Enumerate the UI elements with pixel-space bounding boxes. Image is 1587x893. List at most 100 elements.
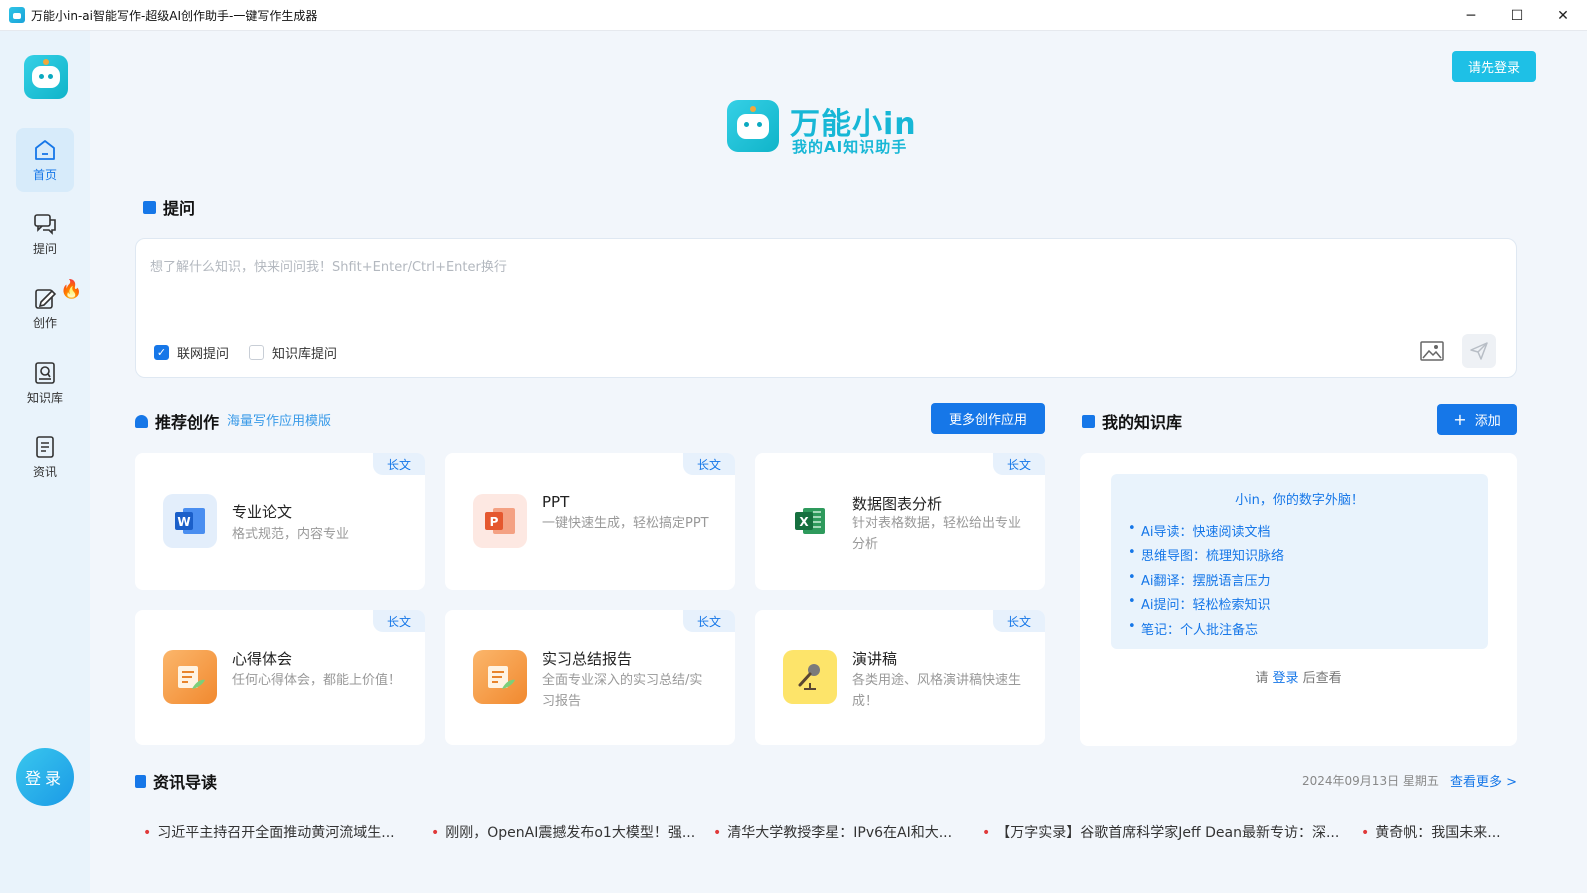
ppt-icon: P bbox=[473, 494, 527, 548]
minimize-button[interactable]: ─ bbox=[1448, 0, 1494, 31]
card-tag: 长文 bbox=[373, 610, 425, 632]
card-internship-report[interactable]: 长文 实习总结报告 全面专业深入的实习总结/实习报告 bbox=[445, 610, 735, 745]
brand-logo bbox=[727, 100, 779, 152]
svg-text:W: W bbox=[177, 515, 190, 529]
ask-box: 想了解什么知识，快来问问我！Shfit+Enter/Ctrl+Enter换行 ✓… bbox=[135, 238, 1517, 378]
template-link[interactable]: 海量写作应用模版 bbox=[227, 410, 331, 429]
sidebar-item-label: 知识库 bbox=[26, 391, 63, 405]
add-label: 添加 bbox=[1474, 414, 1501, 429]
question-icon bbox=[143, 200, 156, 214]
feature-item: Ai导读：快速阅读文档 bbox=[1128, 521, 1270, 540]
robot-antenna-icon bbox=[750, 106, 756, 112]
recommend-section-title: 推荐创作 bbox=[135, 409, 219, 433]
knowledge-icon bbox=[35, 362, 55, 384]
checkbox-checked-icon: ✓ bbox=[154, 345, 169, 360]
news-date: 2024年09月13日 星期五 bbox=[1302, 774, 1439, 788]
card-data-analysis[interactable]: 长文 X 数据图表分析 针对表格数据，轻松给出专业分析 bbox=[755, 453, 1045, 590]
news-item[interactable]: 清华大学教授李星：IPv6在AI和大... bbox=[713, 822, 952, 842]
plus-icon: + bbox=[1453, 410, 1467, 429]
sidebar-item-home[interactable]: 首页 bbox=[16, 128, 74, 192]
ask-title-text: 提问 bbox=[163, 199, 196, 218]
close-button[interactable]: ✕ bbox=[1540, 0, 1586, 31]
card-tag: 长文 bbox=[683, 453, 735, 475]
knowledge-base-checkbox[interactable]: 知识库提问 bbox=[249, 343, 337, 362]
news-section-title: 资讯导读 bbox=[135, 769, 217, 793]
sidebar-item-label: 首页 bbox=[32, 168, 57, 182]
edit-icon bbox=[35, 289, 57, 309]
sidebar-login-button[interactable]: 登录 bbox=[16, 748, 74, 806]
card-desc: 任何心得体会，都能上价值！ bbox=[232, 673, 402, 688]
fire-icon: 🔥 bbox=[60, 279, 83, 300]
app-logo[interactable] bbox=[24, 55, 68, 99]
sidebar-item-label: 资讯 bbox=[32, 465, 57, 479]
ask-section-title: 提问 bbox=[143, 195, 195, 219]
knowledge-intro-title: 小in，你的数字外脑！ bbox=[1235, 493, 1364, 508]
card-desc: 各类用途、风格演讲稿快速生成！ bbox=[852, 673, 1022, 709]
send-icon bbox=[1470, 342, 1488, 360]
card-tag: 长文 bbox=[993, 453, 1045, 475]
login-button[interactable]: 请先登录 bbox=[1452, 51, 1536, 82]
recommend-title-text: 推荐创作 bbox=[155, 413, 220, 432]
news-item[interactable]: 【万字实录】谷歌首席科学家Jeff Dean最新专访：深... bbox=[982, 822, 1339, 842]
app-icon bbox=[9, 7, 25, 23]
card-title: 心得体会 bbox=[232, 650, 293, 668]
feature-item: Ai翻译：摆脱语言压力 bbox=[1128, 570, 1270, 589]
microphone-icon bbox=[783, 650, 837, 704]
home-icon bbox=[35, 140, 55, 160]
svg-text:P: P bbox=[490, 515, 499, 529]
knowledge-login-hint: 请 登录 后查看 bbox=[1080, 667, 1517, 686]
ask-input[interactable]: 想了解什么知识，快来问问我！Shfit+Enter/Ctrl+Enter换行 bbox=[150, 256, 507, 275]
card-tag: 长文 bbox=[373, 453, 425, 475]
card-speech[interactable]: 长文 演讲稿 各类用途、风格演讲稿快速生成！ bbox=[755, 610, 1045, 745]
feature-item: 笔记：个人批注备忘 bbox=[1128, 619, 1258, 638]
sidebar-item-label: 创作 bbox=[32, 316, 57, 330]
news-item[interactable]: 黄奇帆：我国未来... bbox=[1361, 822, 1500, 842]
knowledge-section-title: 我的知识库 bbox=[1082, 409, 1182, 433]
card-ppt[interactable]: 长文 P PPT 一键快速生成，轻松搞定PPT bbox=[445, 453, 735, 590]
news-item[interactable]: 刚刚，OpenAI震撼发布o1大模型！强... bbox=[431, 822, 695, 842]
sidebar: 首页 提问 创作 🔥 知识库 资讯 登录 bbox=[0, 31, 90, 893]
card-desc: 格式规范，内容专业 bbox=[232, 527, 350, 542]
feature-item: Ai提问：轻松检索知识 bbox=[1128, 594, 1270, 613]
sidebar-item-news[interactable]: 资讯 bbox=[16, 425, 74, 489]
knowledge-intro: 小in，你的数字外脑！ Ai导读：快速阅读文档 思维导图：梳理知识脉络 Ai翻译… bbox=[1111, 474, 1488, 649]
add-knowledge-button[interactable]: + 添加 bbox=[1437, 404, 1517, 435]
maximize-button[interactable]: ☐ bbox=[1494, 0, 1540, 31]
sidebar-item-knowledge[interactable]: 知识库 bbox=[16, 351, 74, 415]
title-bar: 万能小in-ai智能写作-超级AI创作助手-一键写作生成器 ─ ☐ ✕ bbox=[0, 0, 1587, 31]
card-reflection[interactable]: 长文 心得体会 任何心得体会，都能上价值！ bbox=[135, 610, 425, 745]
feature-item: 思维导图：梳理知识脉络 bbox=[1128, 545, 1284, 564]
knowledge-panel: 小in，你的数字外脑！ Ai导读：快速阅读文档 思维导图：梳理知识脉络 Ai翻译… bbox=[1080, 453, 1517, 746]
card-title: 演讲稿 bbox=[852, 650, 898, 668]
sidebar-item-ask[interactable]: 提问 bbox=[16, 202, 74, 266]
news-title-text: 资讯导读 bbox=[153, 773, 218, 792]
card-tag: 长文 bbox=[683, 610, 735, 632]
knowledge-base-label: 知识库提问 bbox=[272, 347, 338, 362]
card-desc: 一键快速生成，轻松搞定PPT bbox=[542, 516, 709, 531]
card-desc: 全面专业深入的实习总结/实习报告 bbox=[542, 673, 703, 709]
login-hint-prefix: 请 bbox=[1255, 671, 1269, 686]
send-button[interactable] bbox=[1462, 334, 1496, 368]
card-title: 数据图表分析 bbox=[852, 495, 943, 513]
more-apps-button[interactable]: 更多创作应用 bbox=[931, 403, 1045, 434]
knowledge-login-link[interactable]: 登录 bbox=[1272, 671, 1298, 686]
card-title: 专业论文 bbox=[232, 503, 293, 521]
robot-icon bbox=[32, 66, 60, 88]
card-title: PPT bbox=[542, 493, 570, 511]
window-title: 万能小in-ai智能写作-超级AI创作助手-一键写作生成器 bbox=[31, 8, 318, 23]
svg-text:X: X bbox=[799, 515, 809, 529]
news-item[interactable]: 习近平主持召开全面推动黄河流域生... bbox=[143, 822, 394, 842]
robot-icon bbox=[737, 114, 769, 139]
report-icon bbox=[473, 650, 527, 704]
web-search-checkbox[interactable]: ✓ 联网提问 bbox=[154, 343, 229, 362]
excel-icon: X bbox=[783, 494, 837, 548]
checkbox-unchecked-icon bbox=[249, 345, 264, 360]
image-upload-icon[interactable] bbox=[1419, 339, 1445, 363]
notes-icon bbox=[163, 650, 217, 704]
knowledge-title-text: 我的知识库 bbox=[1102, 413, 1183, 432]
card-thesis[interactable]: 长文 W 专业论文 格式规范，内容专业 bbox=[135, 453, 425, 590]
news-more-link[interactable]: 查看更多 > bbox=[1450, 771, 1517, 790]
sidebar-item-label: 提问 bbox=[32, 242, 57, 256]
thumbs-up-icon bbox=[135, 414, 148, 428]
card-tag: 长文 bbox=[993, 610, 1045, 632]
